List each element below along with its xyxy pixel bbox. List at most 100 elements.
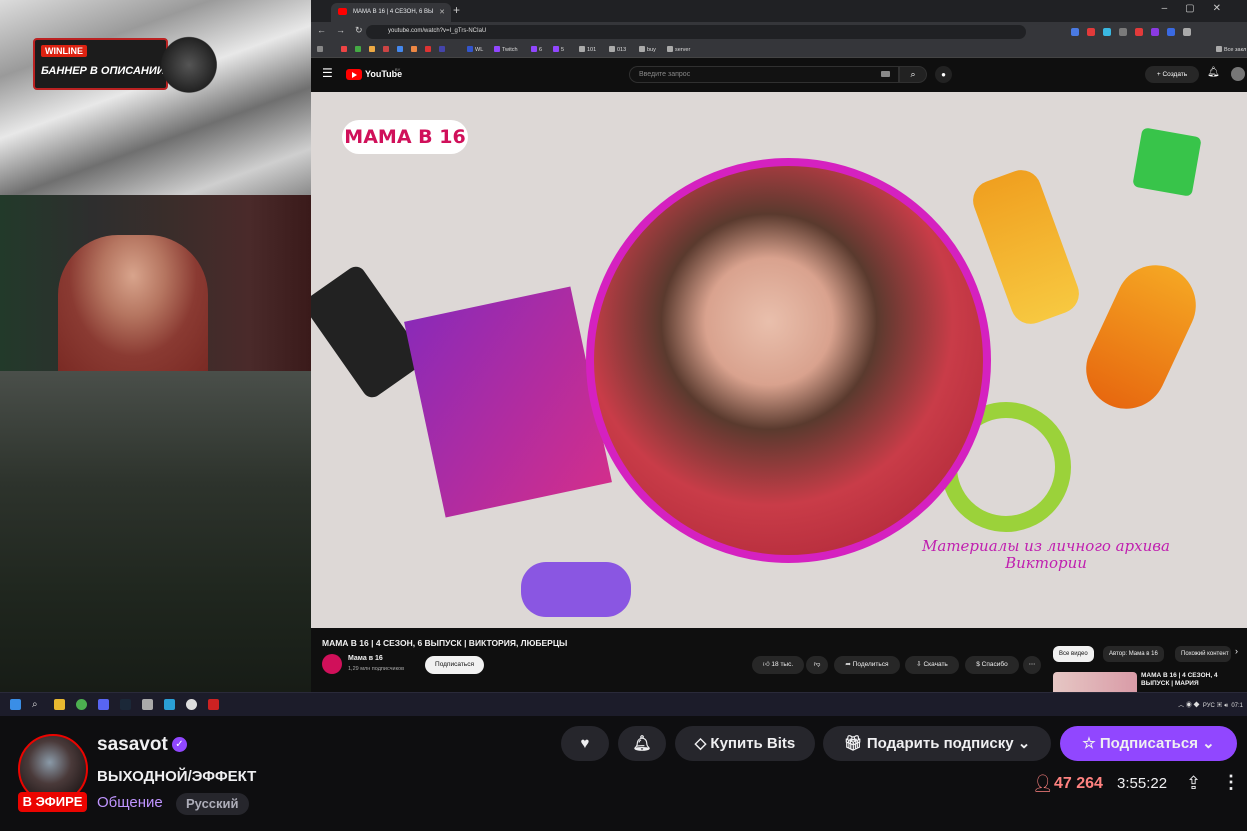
bookmark-twitch[interactable]: Twitch: [494, 46, 518, 53]
obs-icon[interactable]: [186, 699, 197, 710]
bookmark-item[interactable]: [383, 46, 391, 53]
bookmark-5[interactable]: 5: [553, 46, 564, 53]
bookmark-folder-101[interactable]: 101: [579, 46, 596, 53]
heart-icon: ♥: [580, 735, 590, 752]
more-actions-icon[interactable]: ⋯: [1023, 656, 1041, 674]
extension-icon[interactable]: [1087, 28, 1095, 36]
banner-brand: WINLINE: [41, 45, 87, 57]
follow-button[interactable]: ♥: [561, 726, 609, 761]
bookmark-folder-server[interactable]: server: [667, 46, 690, 53]
stream-category[interactable]: Общение: [97, 794, 163, 811]
chip-author[interactable]: Автор: Мама в 16: [1103, 646, 1164, 662]
chevron-down-icon: ⌄: [1202, 735, 1215, 752]
bookmark-item[interactable]: [369, 46, 377, 53]
telegram-icon[interactable]: [164, 699, 175, 710]
windows-start-icon[interactable]: [10, 699, 21, 710]
overlay-banner: WINLINE БАННЕР В ОПИСАНИИ: [33, 38, 168, 90]
extension-icon[interactable]: [1151, 28, 1159, 36]
recommended-title[interactable]: МАМА В 16 | 4 СЕЗОН, 4 ВЫПУСК | МАРИЯ: [1141, 672, 1245, 688]
overlay-forest-background: [0, 371, 311, 692]
banner-text: БАННЕР В ОПИСАНИИ: [41, 65, 165, 77]
chevron-right-icon[interactable]: ›: [1235, 646, 1238, 656]
youtube-subscribe-button[interactable]: Подписаться: [425, 656, 484, 674]
extension-icon[interactable]: [1071, 28, 1079, 36]
address-bar[interactable]: youtube.com/watch?v=I_gTrs-NCIaU: [366, 25, 1026, 39]
nav-buttons[interactable]: ←→↻: [317, 25, 373, 36]
bookmark-folder-013[interactable]: 013: [609, 46, 626, 53]
bookmark-item[interactable]: [425, 46, 433, 53]
steam-icon[interactable]: [120, 699, 131, 710]
extension-icon[interactable]: [1103, 28, 1111, 36]
share-button[interactable]: ➦ Поделиться: [834, 656, 900, 674]
bookmark-apps-icon[interactable]: [317, 46, 325, 53]
viewer-count: 47 264: [1054, 775, 1103, 792]
discord-icon[interactable]: [98, 699, 109, 710]
bookmark-item[interactable]: [411, 46, 419, 53]
keyboard-icon[interactable]: [881, 71, 890, 77]
bookmark-all[interactable]: Все закл: [1216, 46, 1246, 53]
bookmark-item[interactable]: [439, 46, 447, 53]
chip-similar[interactable]: Похожий контент: [1175, 646, 1231, 662]
youtube-logo-icon[interactable]: [346, 69, 362, 80]
notifications-button[interactable]: 🔔︎: [618, 726, 666, 761]
bookmark-6[interactable]: 6: [531, 46, 542, 53]
bookmark-item[interactable]: [355, 46, 363, 53]
more-options-icon[interactable]: ⋮: [1222, 772, 1240, 793]
streamer-name[interactable]: sasavot: [97, 734, 168, 756]
notifications-icon[interactable]: 🔔︎: [1207, 67, 1220, 78]
like-button[interactable]: 👍︎ 18 тыс.: [752, 656, 804, 674]
file-explorer-icon[interactable]: [54, 699, 65, 710]
streamer-webcam: [0, 195, 311, 371]
youtube-video-player[interactable]: МАМА В 16 Материалы из личного архива Ви…: [311, 92, 1247, 628]
url-text: youtube.com/watch?v=I_gTrs-NCIaU: [388, 28, 487, 34]
extension-icon[interactable]: [1135, 28, 1143, 36]
system-tray: ︿ ◉ ◆ РУС ▣ 🔊︎ 07:1: [1178, 703, 1243, 709]
recommended-thumbnail[interactable]: [1053, 672, 1137, 692]
buy-bits-button[interactable]: ◇ Купить Bits: [675, 726, 815, 761]
menu-icon[interactable]: ☰: [322, 66, 333, 80]
overlay-mountain-background: [0, 0, 311, 195]
create-button[interactable]: + Создать: [1145, 66, 1199, 83]
video-book-graphic: [404, 286, 612, 518]
twitch-stream-info: В ЭФИРЕ sasavot ✓ ВЫХОДНОЙ/ЭФФЕКТ Общени…: [0, 716, 1247, 831]
stream-title: ВЫХОДНОЙ/ЭФФЕКТ: [97, 768, 257, 785]
bookmark-item[interactable]: [397, 46, 405, 53]
app-icon[interactable]: [208, 699, 219, 710]
bookmark-wl[interactable]: WL: [467, 46, 483, 53]
stream-uptime: 3:55:22: [1117, 775, 1168, 792]
new-tab-icon[interactable]: +: [453, 3, 460, 17]
extension-icon[interactable]: [1167, 28, 1175, 36]
app-icon[interactable]: [142, 699, 153, 710]
close-tab-icon[interactable]: ✕: [439, 8, 445, 16]
gift-sub-button[interactable]: 🎁︎ Подарить подписку ⌄: [823, 726, 1051, 761]
channel-subscribers: 1,29 млн подписчиков: [348, 666, 405, 672]
youtube-header: ☰ YouTube BY Введите запрос ⌕ ● + Создат…: [311, 58, 1247, 92]
bookmark-item[interactable]: [341, 46, 349, 53]
youtube-favicon-icon: [338, 8, 347, 15]
microphone-icon[interactable]: ●: [935, 66, 952, 83]
channel-name[interactable]: Мама в 16: [348, 655, 383, 662]
extension-icon[interactable]: [1119, 28, 1127, 36]
channel-avatar[interactable]: [322, 654, 342, 674]
language-tag[interactable]: Русский: [176, 793, 249, 815]
video-title: МАМА В 16 | 4 СЕЗОН, 6 ВЫПУСК | ВИКТОРИЯ…: [322, 638, 568, 648]
browser-window: МАМА В 16 | 4 СЕЗОН, 6 ВЫ ✕ + –▢✕ ←→↻ yo…: [311, 0, 1247, 692]
viewers-icon: 👤︎: [1032, 774, 1054, 793]
account-avatar[interactable]: [1231, 67, 1245, 81]
dislike-button[interactable]: 👎︎: [806, 656, 828, 674]
stream-video[interactable]: WINLINE БАННЕР В ОПИСАНИИ МАМА В 16 | 4 …: [0, 0, 1247, 692]
search-icon[interactable]: ⌕: [32, 699, 43, 710]
chrome-icon[interactable]: [76, 699, 87, 710]
subscribe-button[interactable]: ☆ Подписаться ⌄: [1060, 726, 1237, 761]
youtube-search-input[interactable]: Введите запрос: [629, 66, 899, 83]
youtube-region: BY: [395, 67, 401, 72]
chip-all-videos[interactable]: Все видео: [1053, 646, 1094, 662]
thanks-button[interactable]: $ Спасибо: [965, 656, 1019, 674]
bookmark-folder-buy[interactable]: buy: [639, 46, 656, 53]
browser-tab[interactable]: МАМА В 16 | 4 СЕЗОН, 6 ВЫ ✕: [331, 3, 451, 22]
search-icon[interactable]: ⌕: [899, 66, 927, 83]
extension-icon[interactable]: [1183, 28, 1191, 36]
download-button[interactable]: ⇩ Скачать: [905, 656, 959, 674]
share-icon[interactable]: ⇪: [1186, 773, 1201, 794]
window-controls[interactable]: –▢✕: [1162, 3, 1239, 14]
